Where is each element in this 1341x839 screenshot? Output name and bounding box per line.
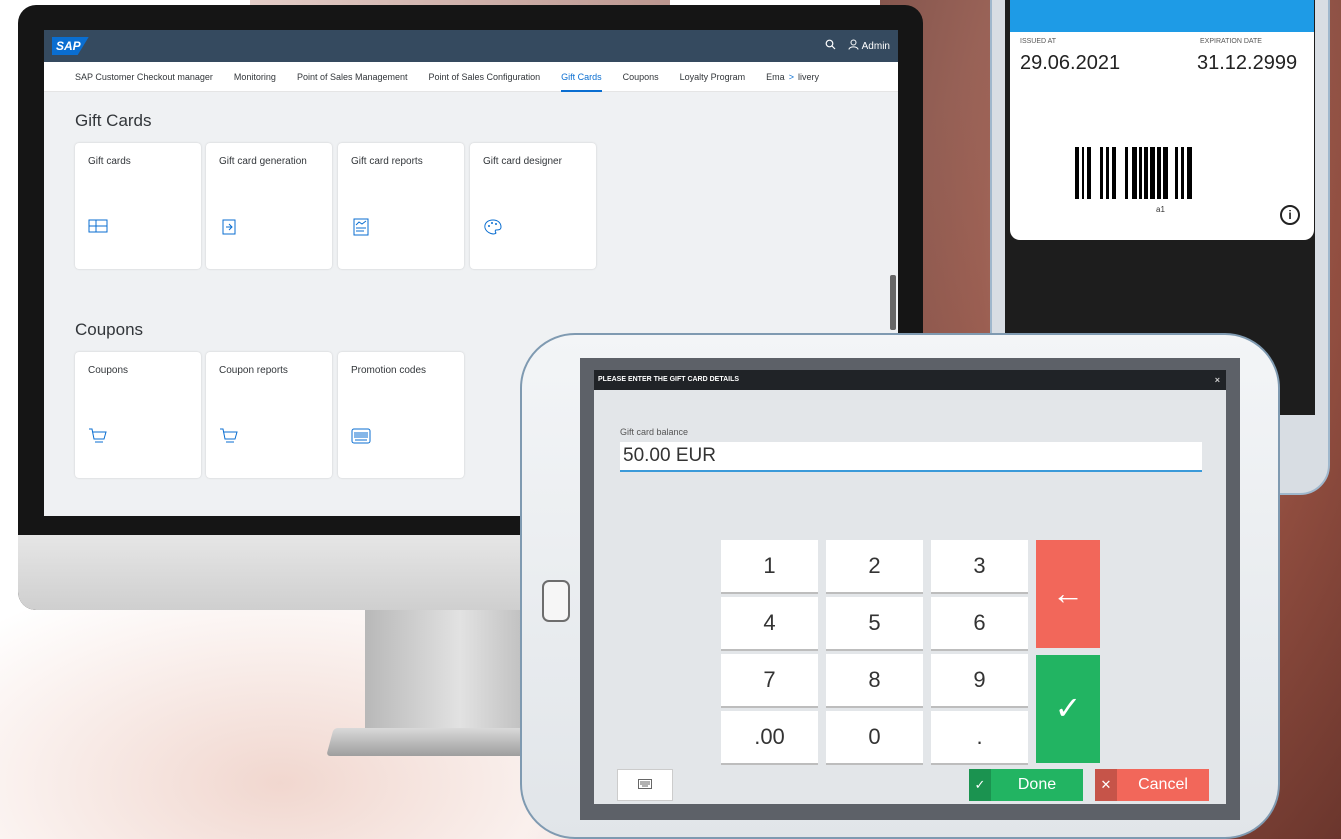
issued-label: ISSUED AT bbox=[1020, 38, 1057, 45]
barcode-text: a1 bbox=[1156, 205, 1165, 214]
user-menu[interactable]: Admin bbox=[848, 39, 890, 53]
tile-coupons[interactable]: Coupons bbox=[75, 352, 201, 478]
tablet-home-button[interactable] bbox=[542, 580, 570, 622]
barcode-icon bbox=[351, 427, 371, 450]
done-button[interactable]: ✓ Done bbox=[969, 769, 1083, 801]
tab-loyalty-program[interactable]: Loyalty Program bbox=[680, 62, 746, 92]
keyboard-button[interactable] bbox=[617, 769, 673, 801]
key-double-zero[interactable]: .00 bbox=[721, 711, 818, 765]
key-6[interactable]: 6 bbox=[931, 597, 1028, 651]
user-name: Admin bbox=[861, 40, 890, 52]
tab-pos-management[interactable]: Point of Sales Management bbox=[297, 62, 408, 92]
dialog-header: PLEASE ENTER THE GIFT CARD DETAILS × bbox=[594, 370, 1226, 390]
keyboard-icon bbox=[638, 777, 652, 792]
search-icon[interactable] bbox=[825, 39, 836, 53]
close-icon: ✕ bbox=[1095, 769, 1117, 801]
cancel-label: Cancel bbox=[1138, 776, 1188, 793]
tile-gift-card-designer[interactable]: Gift card designer bbox=[470, 143, 596, 269]
sap-logo[interactable]: SAP bbox=[52, 37, 89, 55]
key-7[interactable]: 7 bbox=[721, 654, 818, 708]
cart-icon bbox=[219, 427, 239, 450]
backspace-button[interactable]: ← bbox=[1036, 540, 1100, 648]
palette-icon bbox=[483, 218, 503, 241]
chevron-right-icon: > bbox=[788, 71, 794, 82]
info-icon[interactable]: i bbox=[1280, 205, 1300, 225]
gift-card-header bbox=[1010, 0, 1314, 32]
tile-label: Gift card designer bbox=[483, 156, 562, 167]
key-2[interactable]: 2 bbox=[826, 540, 923, 594]
key-4[interactable]: 4 bbox=[721, 597, 818, 651]
tab-coupons[interactable]: Coupons bbox=[623, 62, 659, 92]
tile-gift-card-generation[interactable]: Gift card generation bbox=[206, 143, 332, 269]
key-9[interactable]: 9 bbox=[931, 654, 1028, 708]
key-8[interactable]: 8 bbox=[826, 654, 923, 708]
key-0[interactable]: 0 bbox=[826, 711, 923, 765]
tab-overflow-right: livery bbox=[797, 71, 819, 82]
tile-gift-cards[interactable]: Gift cards bbox=[75, 143, 201, 269]
balance-input[interactable]: 50.00 EUR bbox=[620, 442, 1202, 472]
check-icon: ✓ bbox=[969, 769, 991, 801]
coupons-title: Coupons bbox=[75, 320, 144, 339]
key-5[interactable]: 5 bbox=[826, 597, 923, 651]
expiration-label: EXPIRATION DATE bbox=[1200, 38, 1262, 45]
scrollbar[interactable] bbox=[890, 275, 896, 330]
expiration-value: 31.12.2999 bbox=[1197, 52, 1298, 74]
report-icon bbox=[351, 218, 371, 241]
done-label: Done bbox=[1017, 776, 1057, 793]
tile-label: Coupons bbox=[88, 365, 129, 376]
gift-card-icon bbox=[88, 218, 108, 239]
tab-overflow-left: Ema bbox=[766, 71, 785, 82]
tab-overflow[interactable]: Ema > livery bbox=[766, 72, 819, 82]
tile-label: Gift cards bbox=[88, 156, 131, 167]
dialog-title: PLEASE ENTER THE GIFT CARD DETAILS bbox=[598, 376, 740, 383]
close-icon[interactable]: × bbox=[1215, 370, 1220, 390]
confirm-button[interactable]: ✓ bbox=[1036, 655, 1100, 763]
tab-gift-cards[interactable]: Gift Cards bbox=[561, 62, 602, 92]
key-1[interactable]: 1 bbox=[721, 540, 818, 594]
user-icon bbox=[848, 39, 859, 53]
tile-gift-card-reports[interactable]: Gift card reports bbox=[338, 143, 464, 269]
balance-label: Gift card balance bbox=[620, 427, 689, 437]
tab-pos-configuration[interactable]: Point of Sales Configuration bbox=[429, 62, 541, 92]
key-decimal[interactable]: . bbox=[931, 711, 1028, 765]
tile-label: Promotion codes bbox=[351, 365, 427, 376]
key-3[interactable]: 3 bbox=[931, 540, 1028, 594]
tile-label: Coupon reports bbox=[219, 365, 288, 376]
tile-label: Gift card reports bbox=[351, 156, 423, 167]
barcode bbox=[1075, 147, 1192, 199]
cart-icon bbox=[88, 427, 108, 450]
cancel-button[interactable]: ✕ Cancel bbox=[1095, 769, 1209, 801]
tab-checkout-manager[interactable]: SAP Customer Checkout manager bbox=[75, 62, 213, 92]
generate-icon bbox=[219, 218, 239, 241]
tile-coupon-reports[interactable]: Coupon reports bbox=[206, 352, 332, 478]
tab-monitoring[interactable]: Monitoring bbox=[234, 62, 276, 92]
tile-promotion-codes[interactable]: Promotion codes bbox=[338, 352, 464, 478]
gift-cards-title: Gift Cards bbox=[75, 111, 152, 130]
shell-bar: SAP Admin bbox=[44, 30, 898, 62]
top-navigation: SAP Customer Checkout manager Monitoring… bbox=[44, 62, 898, 92]
issued-value: 29.06.2021 bbox=[1020, 52, 1121, 74]
tile-label: Gift card generation bbox=[219, 156, 307, 167]
